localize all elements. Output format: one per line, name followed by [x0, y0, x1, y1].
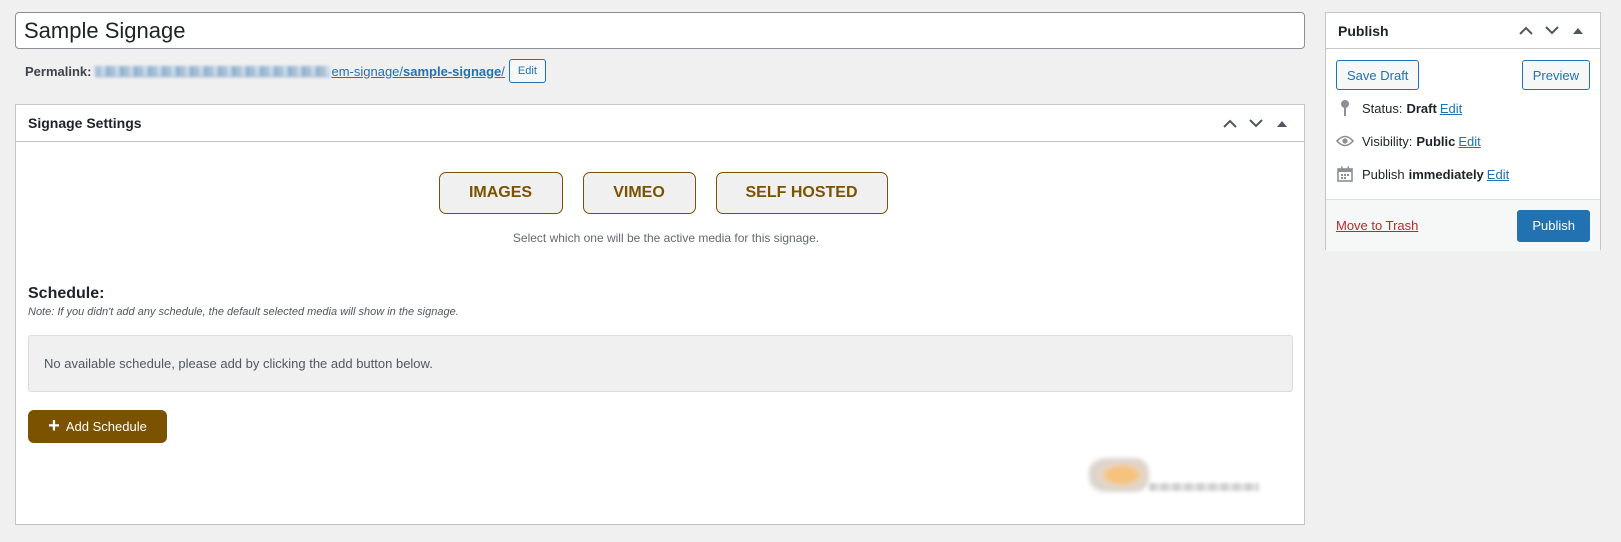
status-value: Draft — [1406, 100, 1437, 116]
schedule-title: Schedule: — [28, 285, 105, 302]
toggle-arrow-icon[interactable] — [1272, 113, 1292, 133]
permalink-slug: sample-signage — [403, 63, 502, 79]
images-button[interactable]: IMAGES — [438, 172, 563, 214]
signage-settings-box: Signage Settings IMAGES VIMEO SELF HOSTE… — [15, 104, 1305, 525]
visibility-value: Public — [1416, 133, 1456, 149]
permalink-label: Permalink: — [25, 63, 92, 79]
permalink-row: Permalink: em-signage/sample-signage / Ed… — [25, 58, 546, 84]
blurred-logo-text — [1149, 483, 1259, 491]
box-handles — [1220, 113, 1292, 133]
permalink-edit-button[interactable]: Edit — [508, 59, 546, 83]
publish-header: Publish — [1326, 13, 1600, 49]
publish-box-handles — [1516, 21, 1588, 41]
eye-icon — [1336, 132, 1354, 150]
publish-date-row: Publish immediately Edit — [1336, 165, 1509, 183]
publish-date-edit-link[interactable]: Edit — [1487, 167, 1509, 182]
preview-button[interactable]: Preview — [1521, 60, 1590, 90]
status-label: Status: — [1362, 100, 1403, 116]
visibility-edit-link[interactable]: Edit — [1458, 134, 1480, 149]
toggle-arrow-icon[interactable] — [1568, 21, 1588, 41]
media-type-buttons: IMAGES VIMEO SELF HOSTED — [16, 172, 1304, 214]
vimeo-button[interactable]: VIMEO — [582, 172, 696, 214]
status-row: Status: Draft Edit — [1336, 99, 1462, 117]
publish-title: Publish — [1338, 22, 1389, 39]
publish-date-label: Publish — [1362, 166, 1405, 182]
chevron-down-icon[interactable] — [1246, 113, 1266, 133]
blurred-logo-image — [1089, 458, 1149, 492]
visibility-label: Visibility: — [1362, 133, 1413, 149]
schedule-empty-text: No available schedule, please add by cli… — [44, 356, 433, 371]
plus-icon: + — [48, 414, 60, 437]
signage-settings-title: Signage Settings — [28, 115, 142, 131]
schedule-note: Note: If you didn't add any schedule, th… — [28, 306, 459, 318]
publish-box: Publish Save Draft Preview Status: Draft… — [1325, 12, 1601, 251]
move-to-trash-link[interactable]: Move to Trash — [1336, 218, 1418, 233]
post-title-input[interactable] — [15, 12, 1305, 49]
publish-footer: Move to Trash Publish — [1326, 199, 1600, 251]
publish-button[interactable]: Publish — [1517, 209, 1590, 242]
add-schedule-button[interactable]: + Add Schedule — [28, 410, 167, 443]
permalink-url-mid: em-signage/ — [331, 63, 404, 79]
permalink-url-end: / — [501, 63, 505, 79]
self-hosted-button[interactable]: SELF HOSTED — [715, 172, 888, 214]
chevron-down-icon[interactable] — [1542, 21, 1562, 41]
pin-icon — [1336, 99, 1354, 117]
media-hint-text: Select which one will be the active medi… — [512, 231, 820, 245]
publish-actions: Save Draft Preview — [1336, 60, 1590, 90]
chevron-up-icon[interactable] — [1516, 21, 1536, 41]
calendar-icon — [1336, 165, 1354, 183]
blurred-url — [95, 65, 331, 77]
chevron-up-icon[interactable] — [1220, 113, 1240, 133]
visibility-row: Visibility: Public Edit — [1336, 132, 1481, 150]
add-schedule-label: Add Schedule — [65, 419, 147, 434]
schedule-empty-panel: No available schedule, please add by cli… — [28, 335, 1293, 392]
signage-settings-header: Signage Settings — [16, 105, 1304, 142]
publish-date-value: immediately — [1408, 166, 1484, 182]
save-draft-button[interactable]: Save Draft — [1336, 60, 1420, 90]
status-edit-link[interactable]: Edit — [1440, 101, 1462, 116]
permalink-link[interactable]: em-signage/sample-signage / — [95, 63, 505, 79]
